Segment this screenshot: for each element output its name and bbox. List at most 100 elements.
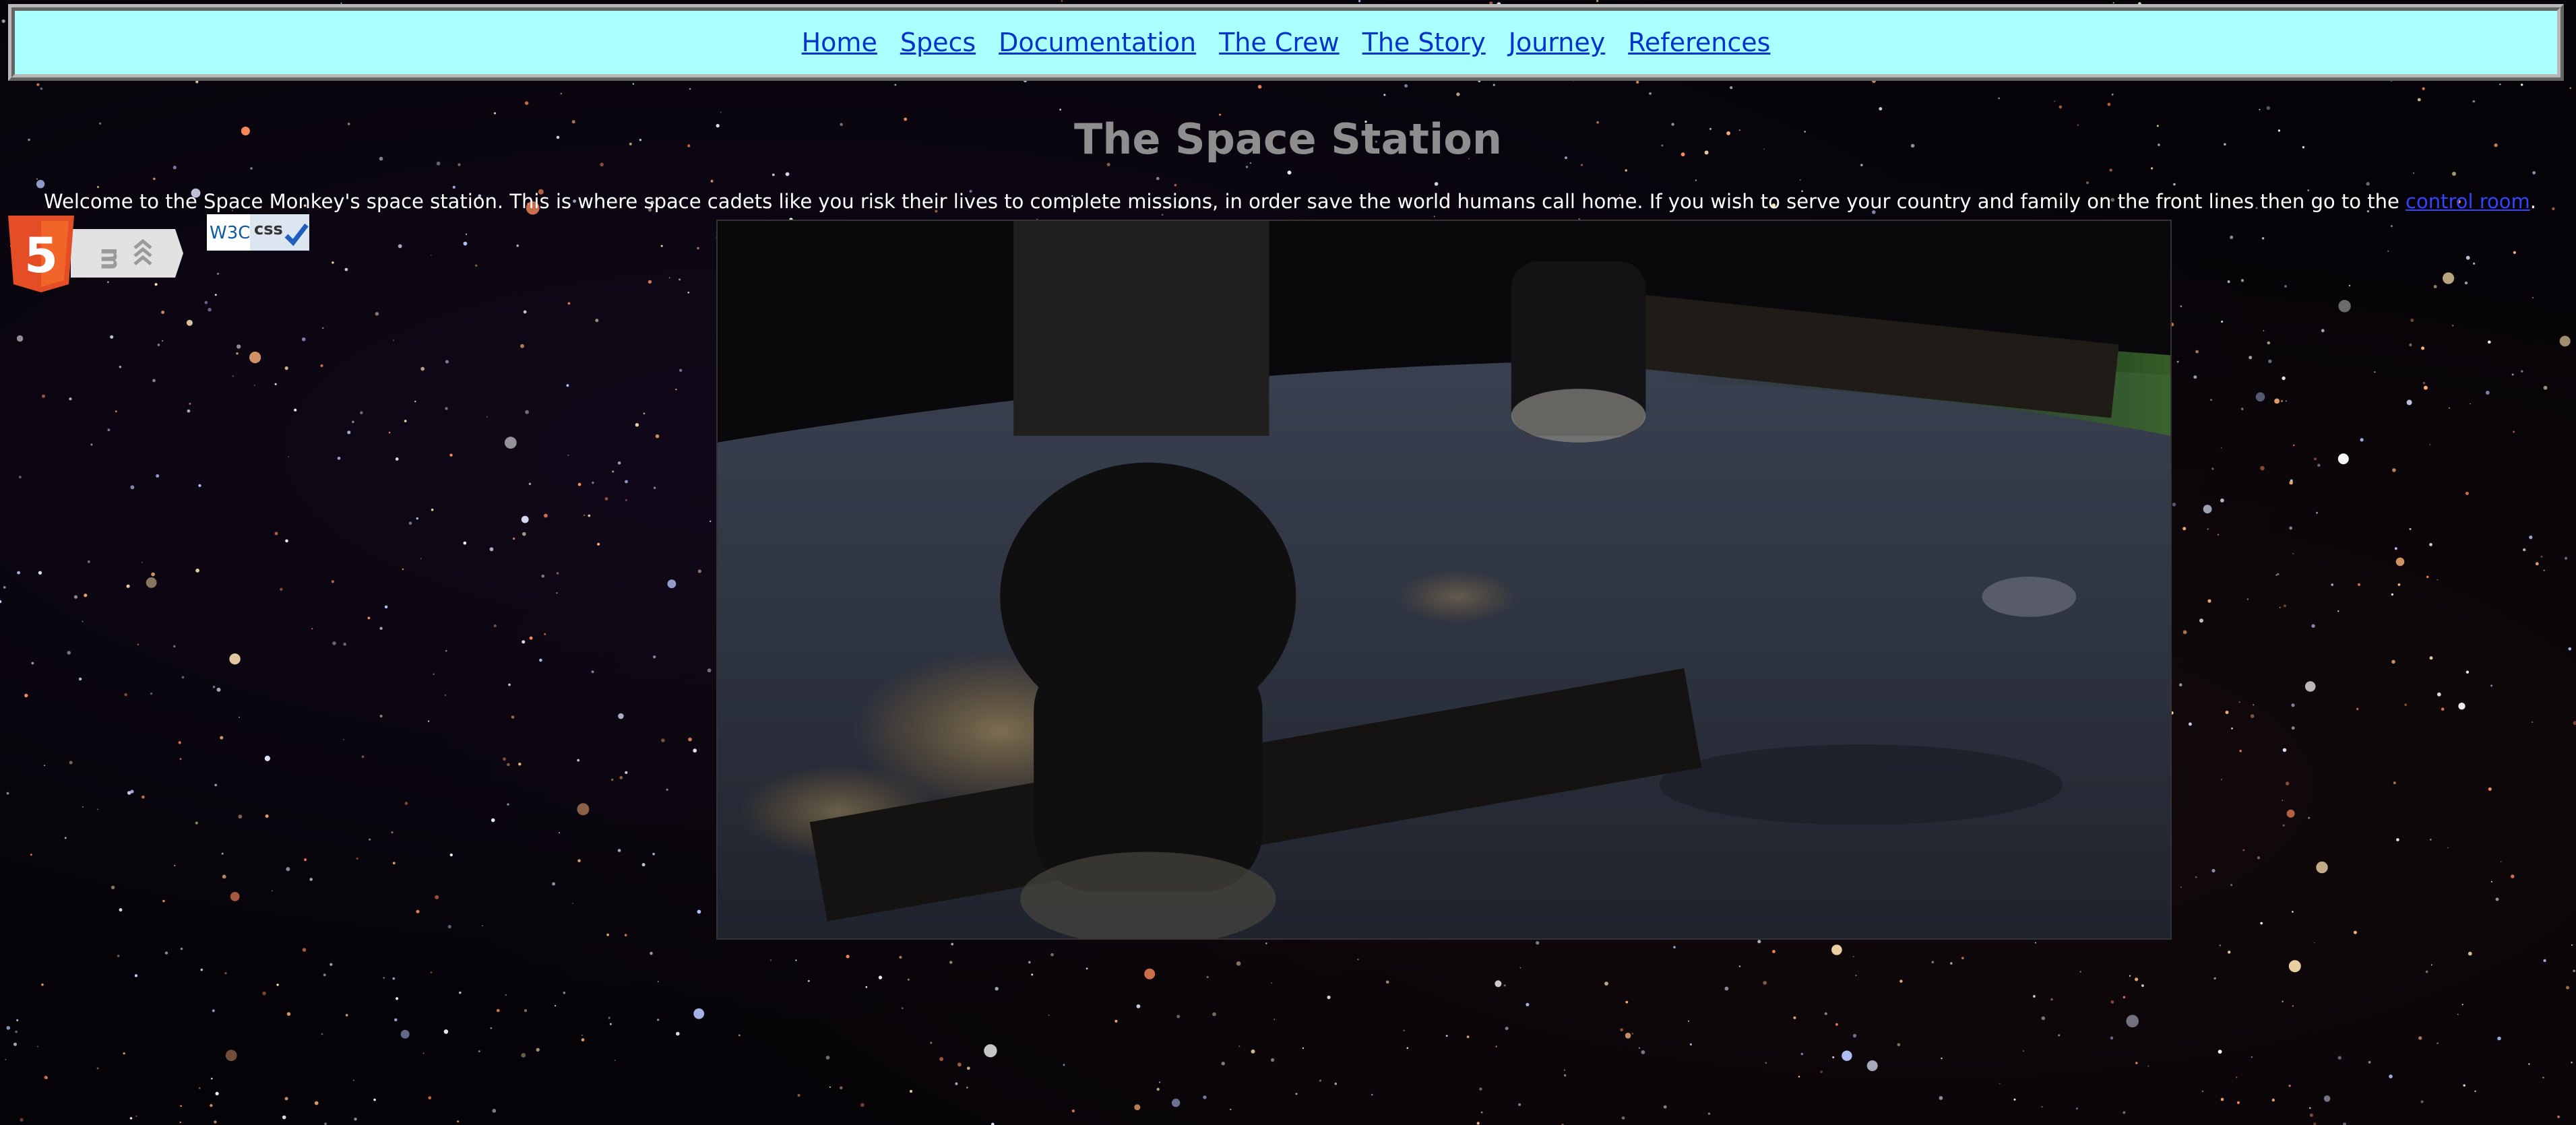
star — [41, 983, 44, 986]
star — [825, 1056, 830, 1060]
star — [1763, 981, 1767, 985]
star — [625, 480, 628, 484]
star — [2573, 721, 2576, 726]
star — [186, 319, 193, 326]
star — [0, 600, 2, 604]
star — [577, 759, 580, 762]
nav-link-specs[interactable]: Specs — [900, 28, 976, 57]
star — [220, 736, 224, 740]
star — [111, 885, 115, 890]
nav-link-home[interactable]: Home — [802, 28, 877, 57]
star — [1466, 1035, 1470, 1038]
star — [2230, 884, 2233, 887]
star — [2566, 986, 2569, 990]
star — [375, 312, 379, 316]
star — [563, 992, 566, 994]
star — [431, 255, 432, 256]
star — [808, 979, 810, 982]
star — [1403, 1029, 1405, 1031]
star — [899, 955, 902, 959]
star — [286, 867, 290, 872]
star — [2260, 922, 2263, 925]
intro-paragraph: Welcome to the Space Monkey's space stat… — [44, 190, 2550, 213]
star — [2529, 536, 2533, 540]
star — [2437, 1042, 2439, 1044]
star — [829, 1086, 831, 1088]
star — [617, 849, 621, 852]
star — [2314, 942, 2315, 944]
star — [1503, 984, 1506, 987]
star — [597, 542, 600, 546]
star — [2219, 944, 2222, 946]
nav-link-story[interactable]: The Story — [1362, 28, 1486, 57]
star — [2260, 465, 2265, 471]
star — [1156, 176, 1160, 181]
star — [511, 715, 515, 719]
star — [2463, 1084, 2465, 1087]
star — [1950, 962, 1953, 965]
star — [2292, 1005, 2294, 1007]
star — [396, 997, 399, 1000]
star — [1519, 967, 1521, 969]
star — [518, 763, 522, 766]
nav-link-references[interactable]: References — [1628, 28, 1770, 57]
star — [2433, 285, 2437, 288]
star — [655, 434, 660, 439]
star — [2393, 781, 2396, 785]
star — [2289, 526, 2293, 530]
w3c-css-valid-icon[interactable]: W3C css — [207, 214, 309, 251]
star — [1050, 953, 1054, 957]
nav-link-crew[interactable]: The Crew — [1219, 28, 1340, 57]
star — [2495, 897, 2499, 901]
star — [69, 761, 73, 765]
star — [1238, 1046, 1240, 1048]
star — [524, 101, 529, 105]
star — [288, 456, 290, 457]
star — [567, 302, 571, 305]
star — [505, 994, 507, 996]
star — [697, 569, 701, 573]
star — [2236, 1101, 2240, 1104]
star — [966, 1087, 968, 1089]
star — [2485, 391, 2490, 395]
star — [142, 795, 145, 799]
star — [294, 408, 297, 412]
star — [352, 420, 354, 424]
star — [693, 748, 697, 753]
star — [2521, 84, 2523, 86]
star — [2573, 969, 2575, 972]
star — [2195, 876, 2197, 878]
star — [36, 83, 40, 86]
star — [198, 1087, 201, 1089]
html5-logo-icon[interactable]: ᴟ 5 — [7, 214, 183, 292]
nav-link-documentation[interactable]: Documentation — [999, 28, 1196, 57]
star — [1999, 1083, 2001, 1085]
star — [618, 713, 624, 719]
star — [2211, 868, 2216, 873]
star — [449, 854, 453, 857]
star — [2452, 325, 2454, 327]
star — [541, 574, 545, 578]
star — [285, 539, 288, 543]
star — [2418, 1036, 2422, 1040]
star — [688, 737, 692, 742]
star — [404, 420, 407, 422]
star — [1144, 968, 1156, 979]
star — [1689, 1043, 1692, 1046]
star — [566, 384, 569, 387]
star — [107, 428, 111, 432]
star — [1852, 956, 1854, 957]
star — [126, 584, 130, 588]
star — [2368, 1061, 2371, 1064]
star — [2391, 660, 2395, 664]
star — [40, 87, 43, 90]
star — [2079, 971, 2081, 973]
control-room-link[interactable]: control room — [2406, 190, 2530, 213]
star — [2468, 951, 2472, 956]
star — [2013, 1098, 2016, 1101]
star — [2289, 480, 2293, 485]
star — [632, 83, 635, 85]
star — [2571, 944, 2573, 946]
nav-link-journey[interactable]: Journey — [1509, 28, 1605, 57]
star — [2395, 557, 2405, 567]
